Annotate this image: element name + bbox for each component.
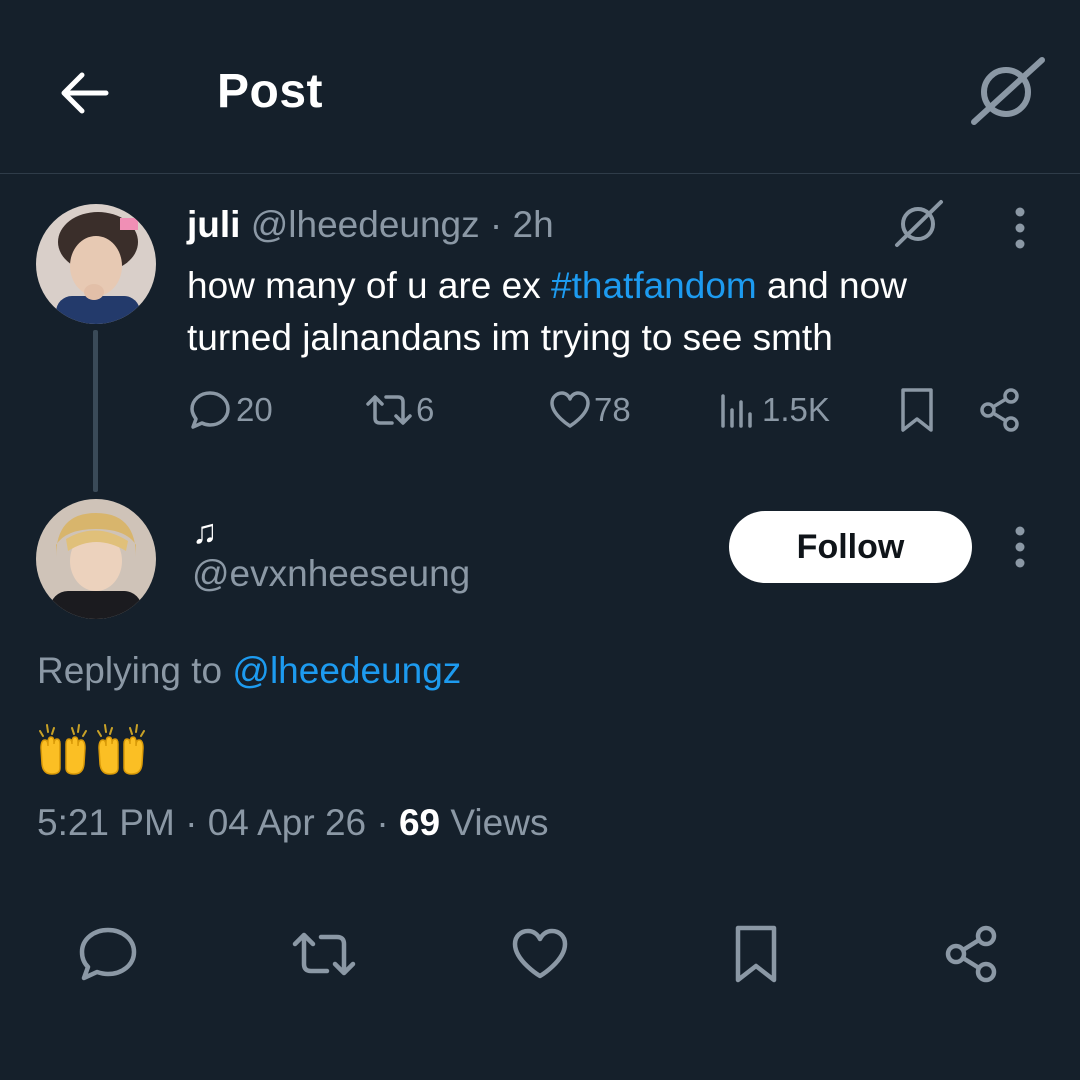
post-time[interactable]: 2h — [513, 204, 554, 245]
follow-button[interactable]: Follow — [729, 511, 972, 583]
hashtag-link[interactable]: #thatfandom — [551, 265, 757, 306]
raising-hands-emoji — [39, 724, 87, 775]
separator: · — [185, 802, 198, 843]
post-date: 04 Apr 26 — [207, 802, 367, 843]
separator: · — [489, 204, 503, 245]
post-body — [37, 722, 147, 778]
display-name[interactable]: juli — [187, 204, 240, 245]
replying-to-prefix: Replying to — [37, 650, 233, 691]
views-count[interactable]: 69 — [399, 802, 440, 843]
avatar[interactable] — [36, 499, 156, 619]
reply-icon[interactable] — [78, 926, 138, 982]
views-button[interactable]: 1.5K — [718, 386, 830, 434]
bookmark-icon[interactable] — [897, 386, 937, 434]
raising-hands-emoji — [97, 724, 145, 775]
user-handle[interactable]: @evxnheeseung — [192, 553, 470, 595]
arrow-left-icon[interactable] — [54, 62, 116, 124]
heart-icon[interactable] — [510, 926, 570, 982]
display-name[interactable]: ♫ — [192, 513, 218, 552]
replying-to-line: Replying to @lheedeungz — [37, 650, 461, 692]
avatar[interactable] — [36, 204, 156, 324]
heart-icon — [550, 391, 590, 428]
like-button[interactable]: 78 — [548, 386, 631, 434]
reply-count: 20 — [236, 391, 273, 428]
bookmark-icon[interactable] — [730, 924, 782, 984]
reply-icon — [190, 391, 230, 429]
share-icon[interactable] — [976, 386, 1024, 434]
repost-icon — [366, 395, 412, 425]
thread-connector — [93, 330, 98, 492]
grok-icon[interactable] — [968, 56, 1048, 126]
separator: · — [376, 802, 389, 843]
parent-post-header: juli @lheedeungz · 2h — [187, 204, 554, 246]
share-icon[interactable] — [942, 924, 1002, 984]
post-timestamp: 5:21 PM · 04 Apr 26 · 69 Views — [37, 802, 548, 844]
post-text: how many of u are ex #thatfandom and now… — [187, 260, 987, 364]
grok-icon[interactable] — [894, 198, 944, 248]
repost-count: 6 — [416, 391, 435, 428]
top-bar: Post — [0, 0, 1080, 174]
page-title: Post — [217, 65, 324, 118]
repost-icon[interactable] — [291, 926, 357, 982]
more-options-icon[interactable] — [1010, 202, 1030, 252]
post-text-start: how many of u are ex — [187, 265, 552, 306]
mention-link[interactable]: @lheedeungz — [232, 650, 461, 691]
repost-button[interactable]: 6 — [364, 386, 434, 434]
more-options-icon[interactable] — [1010, 521, 1030, 571]
analytics-icon — [721, 394, 752, 428]
user-handle[interactable]: @lheedeungz — [251, 204, 480, 245]
like-count: 78 — [594, 391, 631, 428]
views-count: 1.5K — [762, 391, 830, 428]
reply-button[interactable]: 20 — [188, 386, 273, 434]
views-label[interactable]: Views — [450, 802, 548, 843]
post-time: 5:21 PM — [37, 802, 175, 843]
